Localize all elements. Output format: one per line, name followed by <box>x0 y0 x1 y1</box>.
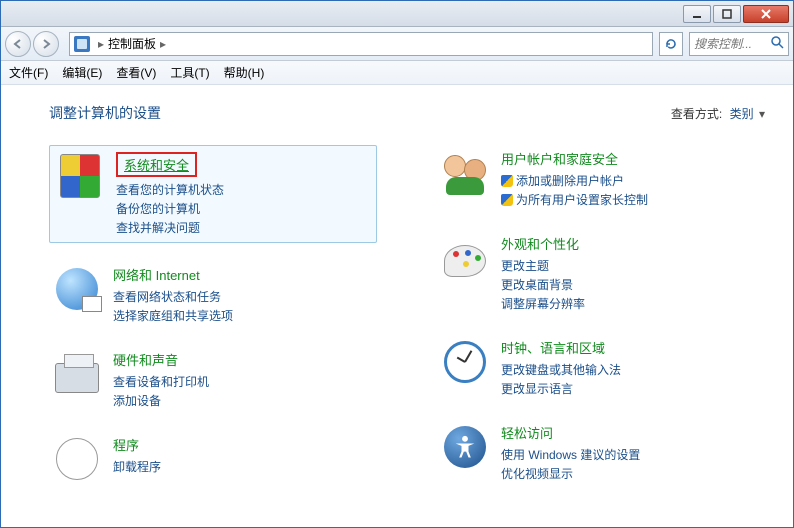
back-button[interactable] <box>5 31 31 57</box>
disc-icon <box>53 435 101 483</box>
search-icon[interactable] <box>770 35 784 52</box>
task-link[interactable]: 更改显示语言 <box>501 380 621 397</box>
menu-edit[interactable]: 编辑(E) <box>62 64 102 81</box>
search-box[interactable] <box>689 32 789 56</box>
category-title[interactable]: 网络和 Internet <box>113 265 200 284</box>
category-title[interactable]: 用户帐户和家庭安全 <box>501 149 618 168</box>
search-input[interactable] <box>694 37 764 51</box>
minimize-button[interactable] <box>683 5 711 23</box>
printer-icon <box>53 350 101 398</box>
task-link-text: 添加或删除用户帐户 <box>516 174 624 188</box>
breadcrumb-separator: ▸ <box>98 37 104 51</box>
category-title[interactable]: 轻松访问 <box>501 423 553 442</box>
menu-bar: 文件(F) 编辑(E) 查看(V) 工具(T) 帮助(H) <box>1 61 793 85</box>
page-heading: 调整计算机的设置 <box>49 103 161 123</box>
category-title[interactable]: 程序 <box>113 435 139 454</box>
control-panel-icon <box>74 36 90 52</box>
view-by-label: 查看方式: <box>671 107 722 121</box>
category-programs: 程序 卸载程序 <box>49 431 377 487</box>
task-link[interactable]: 更改桌面背景 <box>501 276 585 293</box>
category-title[interactable]: 硬件和声音 <box>113 350 178 369</box>
task-link[interactable]: 查找并解决问题 <box>116 219 224 236</box>
menu-help[interactable]: 帮助(H) <box>224 64 265 81</box>
breadcrumb-item[interactable]: 控制面板 <box>108 35 156 52</box>
users-icon <box>441 149 489 197</box>
uac-shield-icon <box>501 194 513 206</box>
task-link[interactable]: 更改键盘或其他输入法 <box>501 361 621 378</box>
task-link[interactable]: 使用 Windows 建议的设置 <box>501 446 640 463</box>
navigation-bar: ▸ 控制面板 ▸ <box>1 27 793 61</box>
maximize-button[interactable] <box>713 5 741 23</box>
task-link[interactable]: 优化视频显示 <box>501 465 640 482</box>
close-button[interactable] <box>743 5 789 23</box>
content-area: 调整计算机的设置 查看方式: 类别 ▾ 系统和安全 查看您的计算机状态 备份您的… <box>1 85 793 515</box>
task-link[interactable]: 备份您的计算机 <box>116 200 224 217</box>
task-link[interactable]: 添加或删除用户帐户 <box>501 172 648 189</box>
menu-file[interactable]: 文件(F) <box>9 64 48 81</box>
address-bar[interactable]: ▸ 控制面板 ▸ <box>69 32 653 56</box>
left-column: 系统和安全 查看您的计算机状态 备份您的计算机 查找并解决问题 网络和 Inte… <box>49 145 377 505</box>
menu-view[interactable]: 查看(V) <box>116 64 156 81</box>
category-hardware: 硬件和声音 查看设备和打印机 添加设备 <box>49 346 377 413</box>
category-title[interactable]: 时钟、语言和区域 <box>501 338 605 357</box>
task-link-text: 为所有用户设置家长控制 <box>516 193 648 207</box>
category-network: 网络和 Internet 查看网络状态和任务 选择家庭组和共享选项 <box>49 261 377 328</box>
window-titlebar <box>1 1 793 27</box>
task-link[interactable]: 调整屏幕分辨率 <box>501 295 585 312</box>
category-system-security: 系统和安全 查看您的计算机状态 备份您的计算机 查找并解决问题 <box>49 145 377 243</box>
task-link[interactable]: 查看网络状态和任务 <box>113 288 233 305</box>
palette-icon <box>441 234 489 282</box>
right-column: 用户帐户和家庭安全 添加或删除用户帐户 为所有用户设置家长控制 外观和个性化 更… <box>437 145 765 505</box>
task-link[interactable]: 为所有用户设置家长控制 <box>501 191 648 208</box>
category-accounts: 用户帐户和家庭安全 添加或删除用户帐户 为所有用户设置家长控制 <box>437 145 765 212</box>
task-link[interactable]: 更改主题 <box>501 257 585 274</box>
category-title[interactable]: 外观和个性化 <box>501 234 579 253</box>
category-appearance: 外观和个性化 更改主题 更改桌面背景 调整屏幕分辨率 <box>437 230 765 316</box>
category-ease-of-access: 轻松访问 使用 Windows 建议的设置 优化视频显示 <box>437 419 765 486</box>
breadcrumb-separator: ▸ <box>160 37 166 51</box>
clock-icon <box>441 338 489 386</box>
menu-tools[interactable]: 工具(T) <box>170 64 209 81</box>
refresh-button[interactable] <box>659 32 683 56</box>
view-by-value[interactable]: 类别 <box>730 107 754 121</box>
view-by: 查看方式: 类别 ▾ <box>671 105 765 122</box>
chevron-down-icon[interactable]: ▾ <box>759 107 765 121</box>
category-title[interactable]: 系统和安全 <box>116 152 197 177</box>
globe-icon <box>53 265 101 313</box>
task-link[interactable]: 添加设备 <box>113 392 209 409</box>
shield-icon <box>56 152 104 200</box>
task-link[interactable]: 查看设备和打印机 <box>113 373 209 390</box>
task-link[interactable]: 查看您的计算机状态 <box>116 181 224 198</box>
category-clock-region: 时钟、语言和区域 更改键盘或其他输入法 更改显示语言 <box>437 334 765 401</box>
forward-button[interactable] <box>33 31 59 57</box>
task-link[interactable]: 卸载程序 <box>113 458 161 475</box>
task-link[interactable]: 选择家庭组和共享选项 <box>113 307 233 324</box>
ease-access-icon <box>441 423 489 471</box>
uac-shield-icon <box>501 175 513 187</box>
